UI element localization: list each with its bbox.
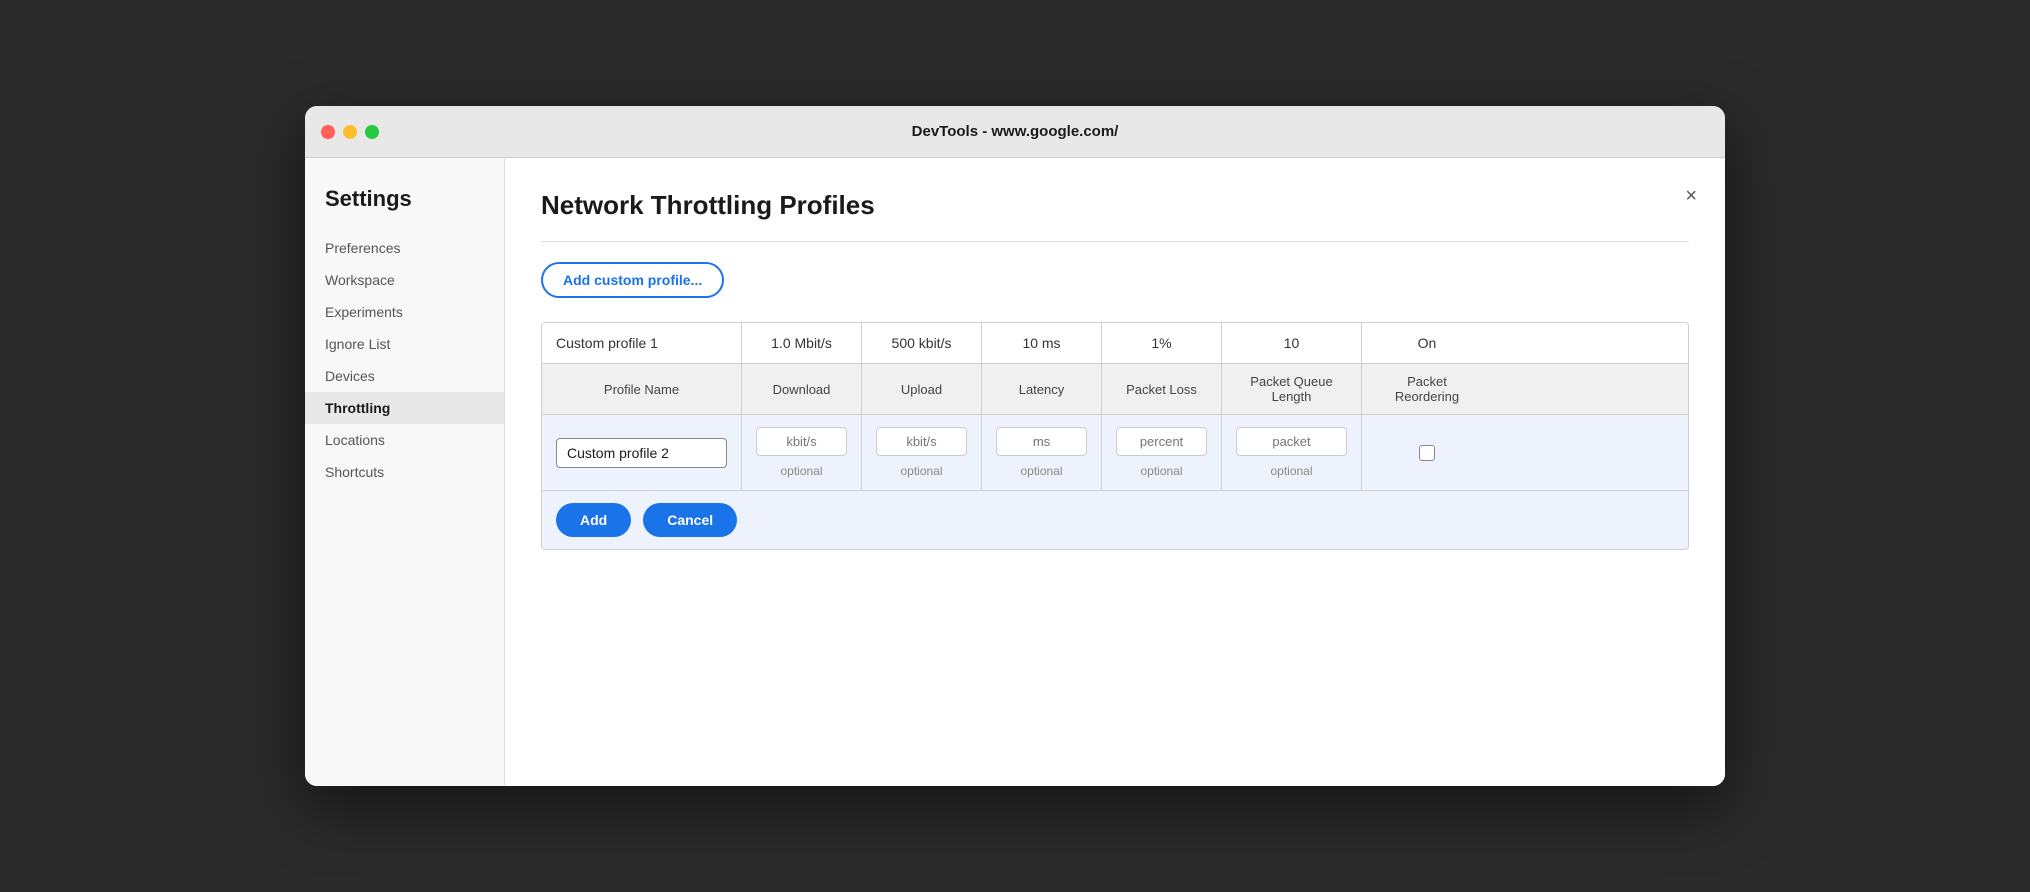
existing-profile-latency: 10 ms xyxy=(982,323,1102,363)
sidebar: Settings Preferences Workspace Experimen… xyxy=(305,158,505,786)
titlebar: DevTools - www.google.com/ xyxy=(305,106,1725,158)
window-title: DevTools - www.google.com/ xyxy=(912,123,1119,140)
latency-optional-label: optional xyxy=(996,464,1087,478)
sidebar-item-devices[interactable]: Devices xyxy=(305,360,504,392)
traffic-lights xyxy=(321,125,379,139)
content-area: Settings Preferences Workspace Experimen… xyxy=(305,158,1725,786)
existing-profile-packet-loss: 1% xyxy=(1102,323,1222,363)
header-packet-queue-length: Packet Queue Length xyxy=(1222,364,1362,414)
sidebar-item-ignore-list[interactable]: Ignore List xyxy=(305,328,504,360)
sidebar-item-preferences[interactable]: Preferences xyxy=(305,232,504,264)
existing-profile-upload: 500 kbit/s xyxy=(862,323,982,363)
header-latency: Latency xyxy=(982,364,1102,414)
sidebar-item-throttling[interactable]: Throttling xyxy=(305,392,504,424)
existing-profile-packet-queue: 10 xyxy=(1222,323,1362,363)
existing-profile-name: Custom profile 1 xyxy=(542,323,742,363)
profiles-table: Custom profile 1 1.0 Mbit/s 500 kbit/s 1… xyxy=(541,322,1689,550)
header-packet-loss: Packet Loss xyxy=(1102,364,1222,414)
minimize-window-button[interactable] xyxy=(343,125,357,139)
new-profile-packet-queue-cell: optional xyxy=(1222,415,1362,490)
existing-profile-row: Custom profile 1 1.0 Mbit/s 500 kbit/s 1… xyxy=(542,323,1688,364)
page-title: Network Throttling Profiles xyxy=(541,190,1689,221)
download-optional-label: optional xyxy=(756,464,847,478)
new-profile-download-cell: optional xyxy=(742,415,862,490)
add-button[interactable]: Add xyxy=(556,503,631,537)
header-upload: Upload xyxy=(862,364,982,414)
packet-queue-optional-label: optional xyxy=(1236,464,1347,478)
latency-input[interactable] xyxy=(996,427,1087,456)
upload-input[interactable] xyxy=(876,427,967,456)
upload-optional-label: optional xyxy=(876,464,967,478)
new-profile-upload-cell: optional xyxy=(862,415,982,490)
divider xyxy=(541,241,1689,242)
existing-profile-download: 1.0 Mbit/s xyxy=(742,323,862,363)
close-window-button[interactable] xyxy=(321,125,335,139)
cancel-button[interactable]: Cancel xyxy=(643,503,737,537)
new-profile-latency-cell: optional xyxy=(982,415,1102,490)
new-profile-row: optional optional optional optional xyxy=(542,415,1688,491)
packet-reordering-checkbox[interactable] xyxy=(1419,445,1435,461)
new-profile-name-cell xyxy=(542,415,742,490)
main-content: × Network Throttling Profiles Add custom… xyxy=(505,158,1725,786)
new-profile-packet-reordering-cell xyxy=(1362,415,1492,490)
header-download: Download xyxy=(742,364,862,414)
download-input[interactable] xyxy=(756,427,847,456)
sidebar-heading: Settings xyxy=(305,186,504,232)
packet-loss-optional-label: optional xyxy=(1116,464,1207,478)
packet-queue-input[interactable] xyxy=(1236,427,1347,456)
maximize-window-button[interactable] xyxy=(365,125,379,139)
header-packet-reordering: Packet Reordering xyxy=(1362,364,1492,414)
table-header-row: Profile Name Download Upload Latency Pac… xyxy=(542,364,1688,415)
header-profile-name: Profile Name xyxy=(542,364,742,414)
sidebar-item-shortcuts[interactable]: Shortcuts xyxy=(305,456,504,488)
devtools-window: DevTools - www.google.com/ Settings Pref… xyxy=(305,106,1725,786)
sidebar-item-workspace[interactable]: Workspace xyxy=(305,264,504,296)
close-settings-button[interactable]: × xyxy=(1685,186,1697,206)
sidebar-item-locations[interactable]: Locations xyxy=(305,424,504,456)
add-custom-profile-button[interactable]: Add custom profile... xyxy=(541,262,724,298)
form-actions-row: Add Cancel xyxy=(542,491,1688,549)
profile-name-input[interactable] xyxy=(556,438,727,468)
packet-loss-input[interactable] xyxy=(1116,427,1207,456)
sidebar-item-experiments[interactable]: Experiments xyxy=(305,296,504,328)
new-profile-packet-loss-cell: optional xyxy=(1102,415,1222,490)
existing-profile-packet-reordering: On xyxy=(1362,323,1492,363)
